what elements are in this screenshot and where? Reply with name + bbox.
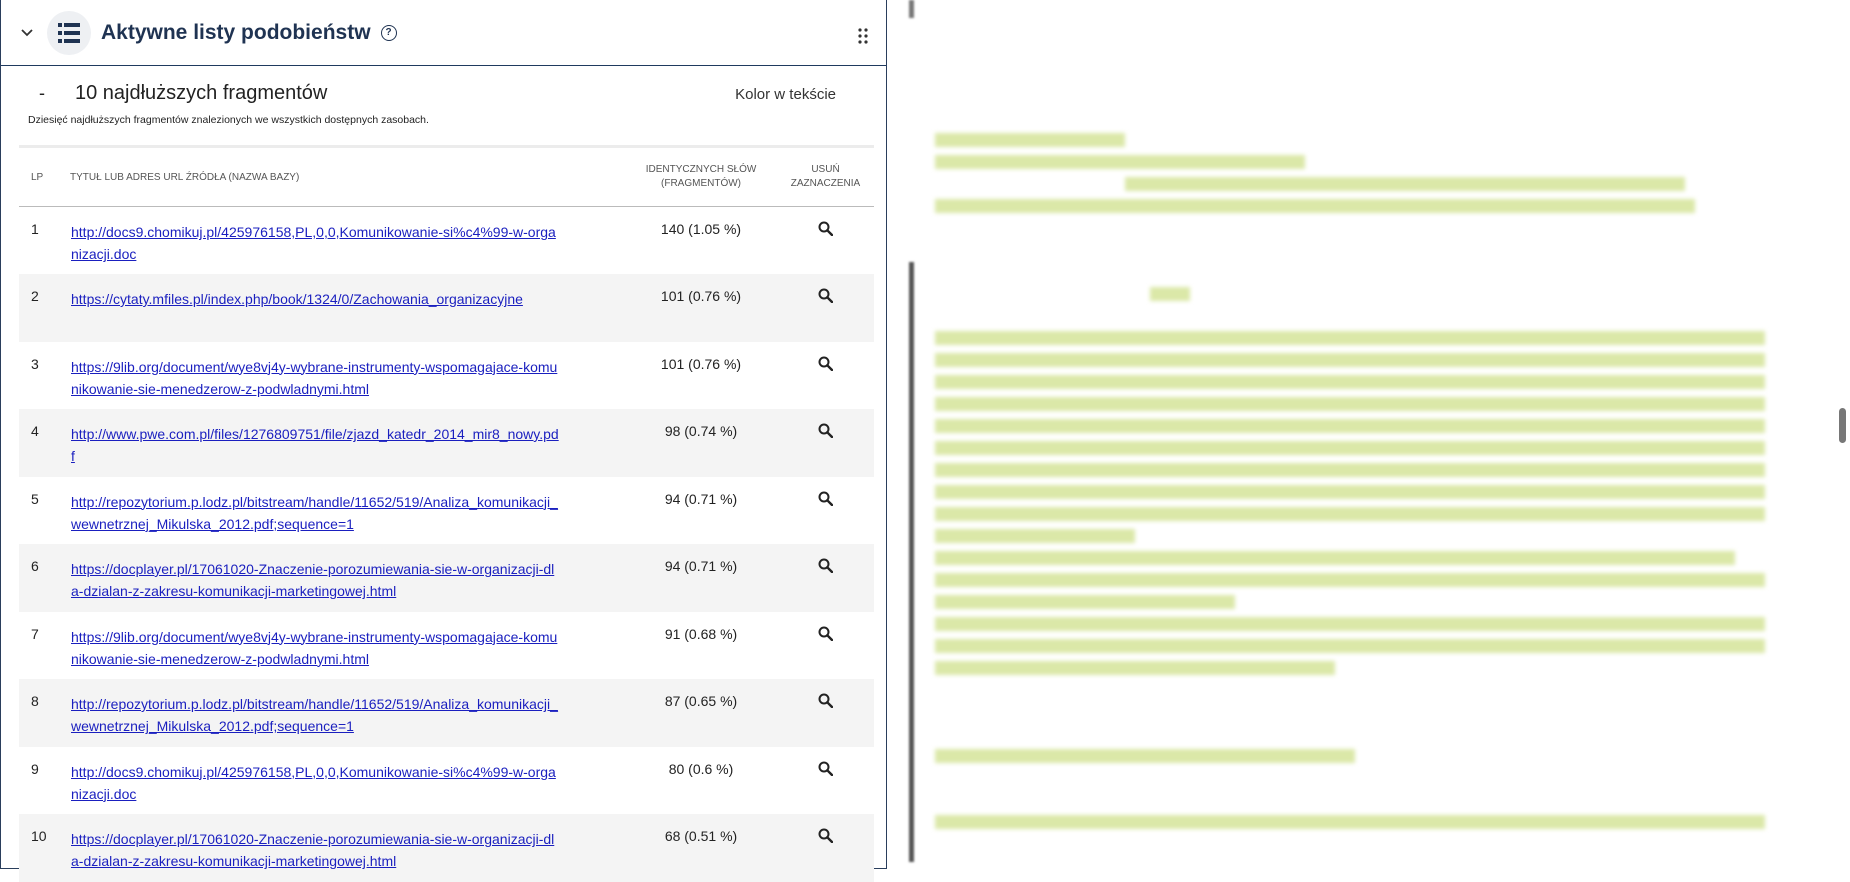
list-icon [47, 10, 91, 55]
section-description: Dziesięć najdłuższych fragmentów znalezi… [28, 114, 429, 126]
search-icon[interactable] [818, 761, 834, 779]
identical-words-count: 101 (0.76 %) [660, 355, 742, 372]
identical-words-count: 68 (0.51 %) [664, 828, 738, 844]
search-icon[interactable] [818, 221, 834, 239]
row-lp: 4 [31, 423, 39, 439]
row-lp: 6 [31, 558, 39, 574]
header-delete-line1: USUŃ [811, 164, 840, 175]
row-lp: 7 [31, 625, 39, 642]
section-title-row: - 10 najdłuższych fragmentów Kolor w tek… [39, 82, 836, 105]
header-delete-line2: ZAZNACZENIA [790, 178, 861, 189]
document-preview [887, 0, 1850, 869]
table-row: 10 https://docplayer.pl/17061020-Znaczeni… [19, 814, 874, 882]
table-row: 2 https://cytaty.mfiles.pl/index.php/book… [19, 274, 874, 342]
identical-words-count: 101 (0.76 %) [660, 288, 742, 304]
table-row: 9 http://docs9.chomikuj.pl/425976158,PL,0… [19, 746, 874, 814]
similarity-lists-panel: Aktywne listy podobieństw ? - 10 najdłuż… [0, 0, 887, 882]
row-lp: 3 [31, 355, 39, 372]
search-icon[interactable] [818, 558, 834, 576]
source-link[interactable]: http://repozytorium.p.lodz.pl/bitstream/… [71, 693, 561, 737]
source-link[interactable]: http://repozytorium.p.lodz.pl/bitstream/… [71, 491, 561, 535]
source-link[interactable]: https://docplayer.pl/17061020-Znaczenie-… [71, 558, 561, 602]
row-lp: 9 [31, 760, 39, 777]
header-words-line2: (FRAGMENTÓW) [661, 178, 741, 189]
search-icon[interactable] [818, 491, 834, 509]
identical-words-count: 91 (0.68 %) [664, 625, 738, 642]
panel-title: Aktywne listy podobieństw [101, 20, 371, 44]
header-lp: LP [31, 171, 44, 183]
source-link[interactable]: https://9lib.org/document/wye8vj4y-wybra… [71, 626, 561, 670]
identical-words-count: 94 (0.71 %) [664, 490, 738, 507]
table-row: 4 http://www.pwe.com.pl/files/1276809751/… [19, 409, 874, 477]
header-words-line1: IDENTYCZNYCH SŁÓW [645, 164, 757, 175]
drag-handle-icon[interactable] [858, 28, 868, 49]
identical-words-count: 87 (0.65 %) [664, 693, 738, 709]
source-link[interactable]: http://docs9.chomikuj.pl/425976158,PL,0,… [71, 221, 561, 265]
search-icon[interactable] [818, 356, 834, 374]
color-in-text-label[interactable]: Kolor w tekście [735, 86, 836, 103]
header-remove-marking: USUŃ ZAZNACZENIA [777, 147, 874, 207]
search-icon[interactable] [818, 828, 834, 846]
source-link[interactable]: https://cytaty.mfiles.pl/index.php/book/… [71, 288, 561, 310]
identical-words-count: 80 (0.6 %) [668, 760, 734, 777]
row-lp: 1 [31, 221, 39, 237]
header-identical-words: IDENTYCZNYCH SŁÓW (FRAGMENTÓW) [625, 147, 777, 207]
search-icon[interactable] [818, 626, 834, 644]
blurred-document-text [935, 0, 1785, 836]
header-title: TYTUŁ LUB ADRES URL ŹRÓDŁA (NAZWA BAZY) [70, 171, 300, 183]
table-row: 7 https://9lib.org/document/wye8vj4y-wybr… [19, 611, 874, 679]
table-row: 8 http://repozytorium.p.lodz.pl/bitstream… [19, 679, 874, 747]
margin-marker [909, 262, 914, 862]
table-row: 6 https://docplayer.pl/17061020-Znaczenie… [19, 544, 874, 612]
source-link[interactable]: https://9lib.org/document/wye8vj4y-wybra… [71, 356, 561, 400]
search-icon[interactable] [818, 423, 834, 441]
chevron-down-icon[interactable] [21, 28, 39, 37]
source-link[interactable]: https://docplayer.pl/17061020-Znaczenie-… [71, 828, 561, 872]
table-header-row: LP TYTUŁ LUB ADRES URL ŹRÓDŁA (NAZWA BAZ… [19, 146, 874, 207]
panel-header: Aktywne listy podobieństw ? [1, 0, 886, 66]
sources-table: LP TYTUŁ LUB ADRES URL ŹRÓDŁA (NAZWA BAZ… [19, 145, 874, 882]
identical-words-count: 140 (1.05 %) [660, 221, 742, 237]
collapse-dash[interactable]: - [39, 83, 75, 104]
source-link[interactable]: http://www.pwe.com.pl/files/1276809751/f… [71, 423, 561, 467]
source-link[interactable]: http://docs9.chomikuj.pl/425976158,PL,0,… [71, 761, 561, 805]
row-lp: 5 [31, 490, 39, 507]
row-lp: 10 [31, 828, 47, 844]
row-lp: 2 [31, 288, 39, 304]
identical-words-count: 98 (0.74 %) [664, 423, 738, 439]
section-title: 10 najdłuższych fragmentów [75, 82, 328, 104]
search-icon[interactable] [818, 288, 834, 306]
search-icon[interactable] [818, 693, 834, 711]
table-row: 3 https://9lib.org/document/wye8vj4y-wybr… [19, 341, 874, 409]
table-row: 1 http://docs9.chomikuj.pl/425976158,PL,0… [19, 206, 874, 274]
row-lp: 8 [31, 693, 39, 709]
scrollbar-thumb[interactable] [1839, 408, 1846, 443]
identical-words-count: 94 (0.71 %) [664, 558, 738, 574]
help-icon[interactable]: ? [380, 24, 397, 41]
margin-marker [909, 0, 914, 18]
table-row: 5 http://repozytorium.p.lodz.pl/bitstream… [19, 476, 874, 544]
